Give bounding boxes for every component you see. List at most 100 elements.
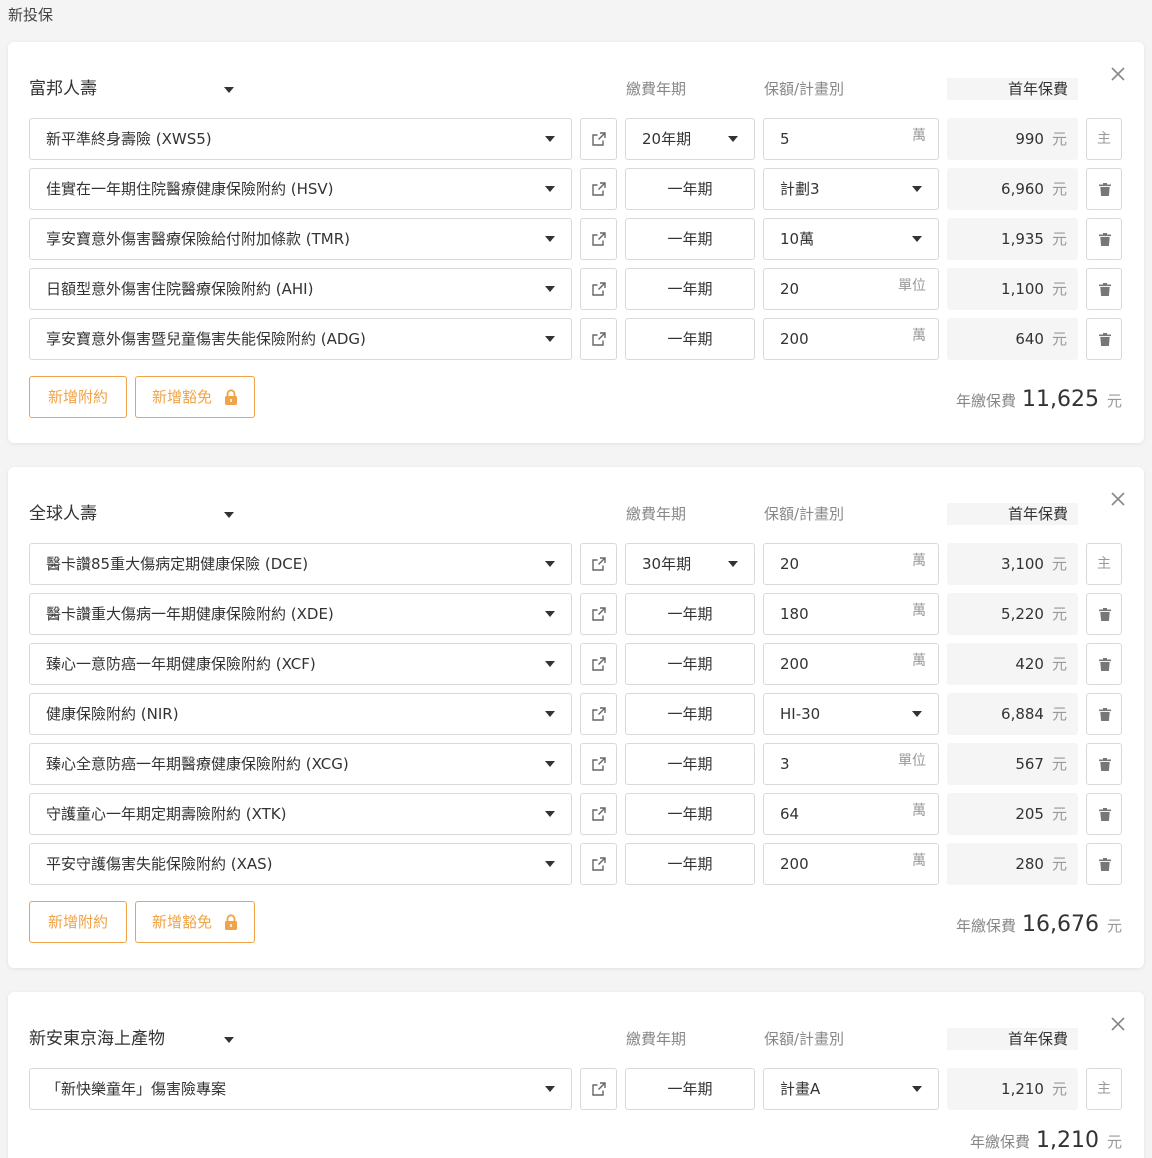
term-value: 一年期: [667, 655, 713, 673]
amount-input[interactable]: 180 萬: [763, 593, 939, 635]
external-link-icon[interactable]: [580, 643, 617, 685]
currency-label: 元: [1106, 392, 1122, 410]
product-row: 醫卡讚重大傷病一年期健康保險附約 (XDE) 一年期 180 萬 5,220 元: [29, 593, 1122, 635]
term-field[interactable]: 一年期: [625, 268, 755, 310]
delete-button[interactable]: [1086, 743, 1122, 785]
delete-button[interactable]: [1086, 268, 1122, 310]
amount-unit: 萬: [912, 603, 926, 619]
product-select[interactable]: 享安寶意外傷害醫療保險給付附加條款 (TMR): [29, 218, 572, 260]
premium-value: 280: [1015, 855, 1044, 873]
delete-button[interactable]: [1086, 843, 1122, 885]
insurer-select[interactable]: 新安東京海上產物: [29, 1028, 237, 1050]
product-select[interactable]: 「新快樂童年」傷害險專案: [29, 1068, 572, 1110]
amount-value: 64: [780, 805, 800, 823]
product-select[interactable]: 臻心全意防癌一年期醫療健康保險附約 (XCG): [29, 743, 572, 785]
product-select[interactable]: 健康保險附約 (NIR): [29, 693, 572, 735]
annual-premium-total: 年繳保費 1,210 元: [970, 1126, 1122, 1156]
close-icon[interactable]: [1108, 64, 1128, 84]
product-select[interactable]: 佳實在一年期住院醫療健康保險附約 (HSV): [29, 168, 572, 210]
premium-value: 640: [1015, 330, 1044, 348]
close-icon[interactable]: [1108, 1014, 1128, 1034]
term-select[interactable]: 30年期: [625, 543, 755, 585]
external-link-icon[interactable]: [580, 843, 617, 885]
premium-field: 990 元: [947, 118, 1078, 160]
term-field[interactable]: 一年期: [625, 1068, 755, 1110]
amount-value: 20: [780, 555, 800, 573]
insurer-card: 新安東京海上產物 繳費年期 保額/計畫別 首年保費 「新快樂童年」傷害險專案 一年期 計畫A…: [8, 992, 1144, 1158]
term-field[interactable]: 一年期: [625, 168, 755, 210]
main-policy-badge: 主: [1086, 118, 1122, 160]
product-name: 醫卡讚重大傷病一年期健康保險附約 (XDE): [46, 605, 334, 623]
delete-button[interactable]: [1086, 218, 1122, 260]
close-icon[interactable]: [1108, 489, 1128, 509]
plan-select[interactable]: 10萬: [763, 218, 939, 260]
currency-label: 元: [1051, 180, 1067, 198]
add-waiver-button[interactable]: 新增豁免: [135, 376, 255, 418]
currency-label: 元: [1051, 655, 1067, 673]
external-link-icon[interactable]: [580, 793, 617, 835]
term-value: 一年期: [667, 280, 713, 298]
product-row: 醫卡讚85重大傷病定期健康保險 (DCE) 30年期 20 萬 3,100 元 主: [29, 543, 1122, 585]
plan-select[interactable]: HI-30: [763, 693, 939, 735]
amount-input[interactable]: 20 萬: [763, 543, 939, 585]
external-link-icon[interactable]: [580, 543, 617, 585]
insurer-select[interactable]: 全球人壽: [29, 503, 237, 525]
external-link-icon[interactable]: [580, 218, 617, 260]
external-link-icon[interactable]: [580, 118, 617, 160]
delete-button[interactable]: [1086, 593, 1122, 635]
plan-select[interactable]: 計畫A: [763, 1068, 939, 1110]
amount-input[interactable]: 200 萬: [763, 318, 939, 360]
external-link-icon[interactable]: [580, 593, 617, 635]
external-link-icon[interactable]: [580, 168, 617, 210]
add-rider-button[interactable]: 新增附約: [29, 901, 127, 943]
term-field[interactable]: 一年期: [625, 693, 755, 735]
amount-input[interactable]: 20 單位: [763, 268, 939, 310]
chevron-down-icon: [545, 611, 555, 617]
product-select[interactable]: 日額型意外傷害住院醫療保險附約 (AHI): [29, 268, 572, 310]
add-waiver-button[interactable]: 新增豁免: [135, 901, 255, 943]
external-link-icon[interactable]: [580, 318, 617, 360]
chevron-down-icon: [545, 336, 555, 342]
amount-input[interactable]: 3 單位: [763, 743, 939, 785]
term-field[interactable]: 一年期: [625, 643, 755, 685]
delete-button[interactable]: [1086, 318, 1122, 360]
product-select[interactable]: 平安守護傷害失能保險附約 (XAS): [29, 843, 572, 885]
external-link-icon[interactable]: [580, 268, 617, 310]
term-field[interactable]: 一年期: [625, 743, 755, 785]
term-select[interactable]: 20年期: [625, 118, 755, 160]
premium-field: 1,210 元: [947, 1068, 1078, 1110]
term-field[interactable]: 一年期: [625, 793, 755, 835]
product-select[interactable]: 守護童心一年期定期壽險附約 (XTK): [29, 793, 572, 835]
external-link-icon[interactable]: [580, 1068, 617, 1110]
add-rider-button[interactable]: 新增附約: [29, 376, 127, 418]
premium-value: 420: [1015, 655, 1044, 673]
amount-input[interactable]: 5萬: [763, 118, 939, 160]
product-select[interactable]: 醫卡讚重大傷病一年期健康保險附約 (XDE): [29, 593, 572, 635]
delete-button[interactable]: [1086, 693, 1122, 735]
premium-column-header: 首年保費: [947, 78, 1078, 100]
insurer-select[interactable]: 富邦人壽: [29, 78, 237, 100]
delete-button[interactable]: [1086, 168, 1122, 210]
product-select[interactable]: 臻心一意防癌一年期健康保險附約 (XCF): [29, 643, 572, 685]
product-select[interactable]: 新平準終身壽險 (XWS5): [29, 118, 572, 160]
amount-input[interactable]: 200 萬: [763, 643, 939, 685]
amount-input[interactable]: 64 萬: [763, 793, 939, 835]
total-label: 年繳保費: [955, 917, 1016, 935]
term-field[interactable]: 一年期: [625, 843, 755, 885]
term-field[interactable]: 一年期: [625, 318, 755, 360]
term-field[interactable]: 一年期: [625, 218, 755, 260]
delete-button[interactable]: [1086, 793, 1122, 835]
amount-input[interactable]: 200 萬: [763, 843, 939, 885]
amount-unit: 單位: [898, 753, 926, 769]
term-field[interactable]: 一年期: [625, 593, 755, 635]
external-link-icon[interactable]: [580, 743, 617, 785]
plan-select[interactable]: 計劃3: [763, 168, 939, 210]
currency-label: 元: [1051, 280, 1067, 298]
chevron-down-icon: [728, 136, 738, 142]
product-select[interactable]: 享安寶意外傷害暨兒童傷害失能保險附約 (ADG): [29, 318, 572, 360]
product-name: 享安寶意外傷害醫療保險給付附加條款 (TMR): [46, 230, 351, 248]
insurer-name: 新安東京海上產物: [29, 1029, 165, 1049]
delete-button[interactable]: [1086, 643, 1122, 685]
external-link-icon[interactable]: [580, 693, 617, 735]
product-select[interactable]: 醫卡讚85重大傷病定期健康保險 (DCE): [29, 543, 572, 585]
